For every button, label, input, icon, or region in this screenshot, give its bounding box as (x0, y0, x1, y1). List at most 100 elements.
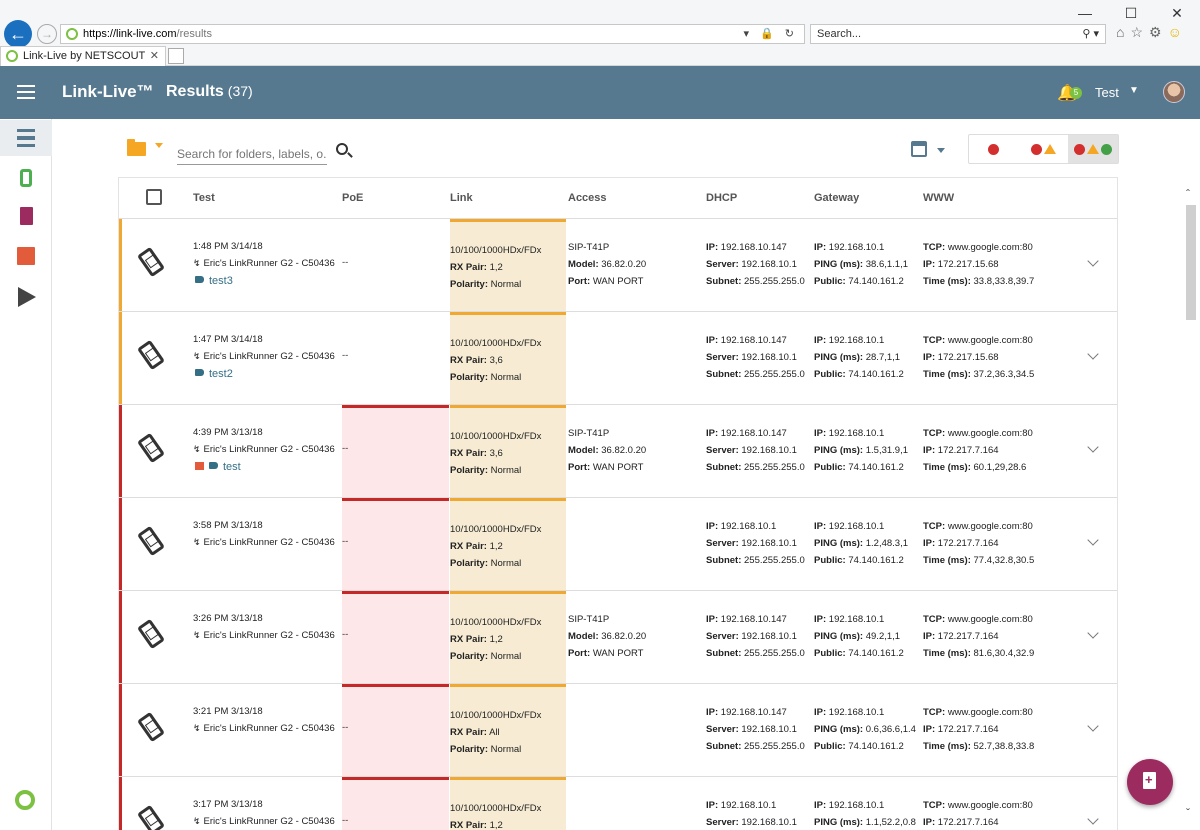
calendar-icon[interactable] (911, 141, 927, 157)
field-value: 192.168.10.1 (828, 614, 885, 625)
expand-chevron-icon[interactable] (1087, 534, 1099, 546)
error-icon (1074, 143, 1086, 155)
table-header: Test PoE Link Access DHCP Gateway WWW (119, 178, 1117, 219)
image-icon (17, 247, 35, 265)
nav-devices[interactable] (0, 160, 52, 196)
filter-errors-button[interactable] (969, 135, 1019, 163)
expand-chevron-icon[interactable] (1087, 627, 1099, 639)
test-label[interactable]: test3 (195, 275, 233, 287)
maximize-icon[interactable]: ☐ (1108, 0, 1154, 26)
folder-icon[interactable] (127, 139, 146, 156)
settings-gear-icon[interactable]: ⚙ (1149, 24, 1168, 40)
field-label: TCP: (923, 614, 946, 625)
col-gateway[interactable]: Gateway (814, 192, 859, 204)
user-menu[interactable]: Test (1095, 85, 1119, 100)
feedback-smiley-icon[interactable]: ☺ (1168, 24, 1188, 40)
tab-close-icon[interactable]: ✕ (150, 47, 159, 66)
table-row[interactable]: 4:39 PM 3/13/18 ↯ Eric's LinkRunner G2 - C… (119, 405, 1117, 498)
expand-chevron-icon[interactable] (1087, 255, 1099, 267)
field-label: TCP: (923, 521, 946, 532)
expand-chevron-icon[interactable] (1087, 441, 1099, 453)
col-link[interactable]: Link (450, 192, 473, 204)
link-info: 10/100/1000HDx/FDx RX Pair: 3,6 Polarity: … (450, 335, 541, 386)
table-row[interactable]: 1:48 PM 3/14/18 ↯ Eric's LinkRunner G2 - C… (119, 219, 1117, 312)
field-label: PING (ms): (814, 631, 864, 642)
browser-chrome: — ☐ ✕ ← → https://link-live.com/results … (0, 0, 1200, 66)
close-window-icon[interactable]: ✕ (1154, 0, 1200, 26)
field-value: www.google.com:80 (947, 335, 1033, 346)
field-label: RX Pair: (450, 634, 487, 645)
select-all-checkbox[interactable] (146, 189, 162, 205)
access-name: SIP-T41P (568, 242, 610, 253)
gateway-info: IP: 192.168.10.1 PING (ms): 49.2,1,1 Publi… (814, 611, 904, 662)
col-test[interactable]: Test (193, 192, 215, 204)
browser-tab[interactable]: Link-Live by NETSCOUT ✕ (0, 46, 166, 66)
field-label: Subnet: (706, 462, 742, 473)
field-label: Subnet: (706, 741, 742, 752)
add-report-button[interactable] (1127, 759, 1173, 805)
nav-reports[interactable] (0, 198, 52, 234)
table-row[interactable]: 1:47 PM 3/14/18 ↯ Eric's LinkRunner G2 - C… (119, 312, 1117, 405)
test-label[interactable]: test2 (195, 368, 233, 380)
menu-icon[interactable] (17, 85, 35, 99)
col-poe[interactable]: PoE (342, 192, 363, 204)
nav-results[interactable] (0, 120, 52, 156)
table-row[interactable]: 3:17 PM 3/13/18 ↯ Eric's LinkRunner G2 - C… (119, 777, 1117, 830)
new-tab-button[interactable] (168, 48, 184, 64)
field-value: www.google.com:80 (947, 707, 1033, 718)
avatar[interactable] (1163, 81, 1185, 103)
filter-errors-warnings-button[interactable] (1019, 135, 1069, 163)
calendar-caret-icon[interactable] (937, 148, 945, 153)
expand-chevron-icon[interactable] (1087, 348, 1099, 360)
field-value: 255.255.255.0 (744, 462, 805, 473)
nav-images[interactable] (0, 238, 52, 274)
field-label: PING (ms): (814, 538, 864, 549)
favorites-star-icon[interactable]: ☆ (1130, 24, 1149, 40)
table-row[interactable]: 3:58 PM 3/13/18 ↯ Eric's LinkRunner G2 - C… (119, 498, 1117, 591)
wired-icon: ↯ (193, 444, 201, 454)
browser-toolbar-icons[interactable]: ⌂☆⚙☺ (1116, 24, 1188, 41)
tab-favicon-icon (6, 50, 18, 62)
results-search-input[interactable] (177, 143, 327, 161)
expand-chevron-icon[interactable] (1087, 813, 1099, 825)
browser-search-input[interactable]: Search... ⚲ ▾ (810, 24, 1106, 44)
field-value: 60.1,29,28.6 (973, 462, 1027, 473)
linkrunner-device-icon (136, 246, 166, 278)
results-search[interactable] (177, 143, 327, 165)
field-label: Time (ms): (923, 741, 971, 752)
field-value: 172.217.7.164 (937, 817, 999, 828)
status-stripe (119, 591, 122, 683)
minimize-icon[interactable]: — (1062, 0, 1108, 26)
field-label: PING (ms): (814, 724, 864, 735)
field-value: 255.255.255.0 (744, 369, 805, 380)
home-icon[interactable]: ⌂ (1116, 24, 1130, 40)
address-bar-icons[interactable]: ▾ 🔒 ↻ (743, 25, 798, 43)
nav-videos[interactable] (0, 279, 52, 315)
field-value: 255.255.255.0 (744, 555, 805, 566)
col-www[interactable]: WWW (923, 192, 954, 204)
field-value: 255.255.255.0 (744, 648, 805, 659)
field-label: IP: (706, 521, 719, 532)
browser-search-icon[interactable]: ⚲ ▾ (1082, 25, 1099, 43)
field-label: Public: (814, 555, 846, 566)
scroll-up-icon[interactable]: ˆ (1186, 187, 1190, 201)
col-dhcp[interactable]: DHCP (706, 192, 737, 204)
search-icon[interactable] (336, 143, 348, 155)
folder-caret-icon[interactable] (155, 143, 163, 148)
field-value: WAN PORT (592, 276, 644, 287)
scroll-down-icon[interactable]: ˇ (1186, 806, 1190, 820)
link-info: 10/100/1000HDx/FDx RX Pair: 3,6 Polarity: … (450, 428, 541, 479)
gateway-info: IP: 192.168.10.1 PING (ms): 1.5,31.9,1 Pub… (814, 425, 908, 476)
user-menu-caret-icon[interactable]: ▼ (1129, 85, 1139, 96)
forward-button[interactable]: → (37, 24, 57, 44)
back-button[interactable]: ← (4, 20, 32, 48)
scrollbar-thumb[interactable] (1186, 205, 1196, 320)
table-row[interactable]: 3:21 PM 3/13/18 ↯ Eric's LinkRunner G2 - C… (119, 684, 1117, 777)
col-access[interactable]: Access (568, 192, 607, 204)
expand-chevron-icon[interactable] (1087, 720, 1099, 732)
test-label[interactable]: test (195, 461, 241, 473)
table-row[interactable]: 3:26 PM 3/13/18 ↯ Eric's LinkRunner G2 - C… (119, 591, 1117, 684)
www-info: TCP: www.google.com:80 IP: 172.217.7.164 T… (923, 611, 1034, 662)
address-bar[interactable]: https://link-live.com/results ▾ 🔒 ↻ (60, 24, 805, 44)
filter-all-button[interactable] (1068, 135, 1119, 163)
